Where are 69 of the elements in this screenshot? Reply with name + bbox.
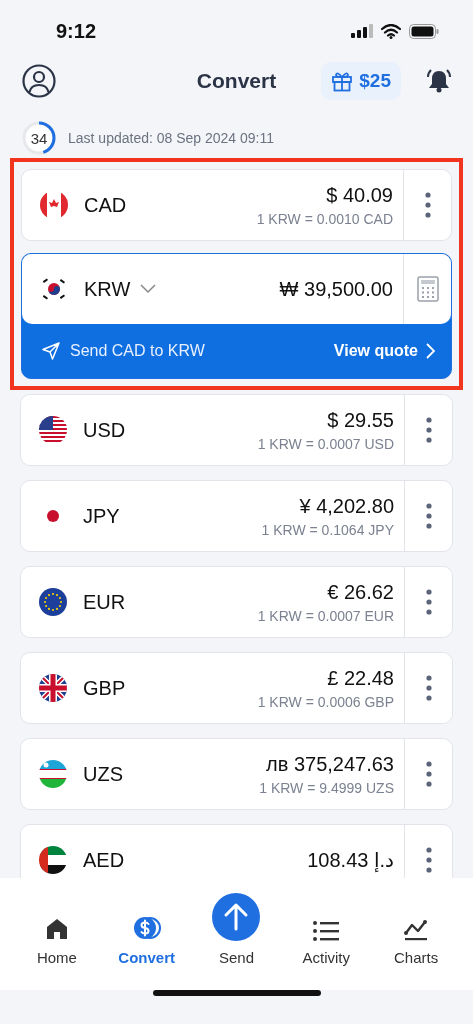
more-icon [425, 675, 432, 701]
list-icon [313, 921, 340, 941]
calculator-icon [416, 276, 439, 302]
page-title: Convert [196, 69, 277, 93]
send-icon [42, 342, 60, 360]
currency-card[interactable]: CAD $ 40.09 1 KRW = 0.0010 CAD [21, 169, 452, 241]
currency-code: CAD [84, 193, 127, 217]
exchange-rate: 1 KRW = 0.0006 GBP [257, 693, 394, 710]
more-icon [425, 589, 432, 615]
reward-button[interactable]: $25 [321, 62, 401, 100]
amount: د.إ 108.43 [307, 848, 394, 872]
amount: лв 375,247.63 [266, 752, 394, 776]
flag-icon [40, 191, 68, 219]
signal-icon [351, 24, 373, 38]
currency-code: JPY [83, 504, 120, 528]
countdown-seconds: 34 [30, 130, 48, 146]
tab-item[interactable]: Charts [376, 886, 457, 966]
currency-code: AED [83, 848, 125, 872]
flag-icon [39, 846, 67, 874]
amount: € 26.62 [327, 580, 394, 604]
more-icon [424, 192, 431, 218]
exchange-rate: 1 KRW = 0.0007 USD [257, 435, 394, 452]
amount: ₩ 39,500.00 [279, 277, 393, 301]
gift-icon [331, 70, 354, 92]
currency-code: UZS [83, 762, 123, 786]
flag-icon [39, 588, 67, 616]
tab-item[interactable]: Send [196, 886, 277, 966]
last-updated: Last updated: 08 Sep 2024 09:11 [68, 130, 275, 146]
more-icon [425, 503, 432, 529]
countdown-ring [22, 121, 56, 155]
profile-icon[interactable] [22, 64, 56, 98]
chevron-down-icon [140, 284, 157, 294]
flag-icon [39, 416, 67, 444]
currency-card[interactable]: USD $ 29.55 1 KRW = 0.0007 USD [20, 394, 453, 466]
bell-icon[interactable] [425, 68, 453, 94]
tab-item[interactable]: Home [16, 886, 97, 966]
chevron-right-icon [426, 343, 435, 359]
currency-card[interactable]: UZS лв 375,247.63 1 KRW = 9.4999 UZS [20, 738, 453, 810]
wifi-icon [381, 23, 401, 39]
amount: $ 40.09 [326, 183, 393, 207]
exchange-rate: 1 KRW = 0.1064 JPY [261, 521, 394, 538]
more-icon [425, 761, 432, 787]
flag-icon [39, 760, 67, 788]
battery-icon [409, 23, 439, 39]
house-icon [44, 917, 69, 941]
currency-code: USD [83, 418, 126, 442]
line-chart-icon [404, 919, 429, 941]
currency-code: EUR [83, 590, 126, 614]
exchange-rate: 1 KRW = 9.4999 UZS [259, 779, 394, 796]
flag-icon [39, 674, 67, 702]
amount: ¥ 4,202.80 [299, 494, 394, 518]
currency-card[interactable]: JPY ¥ 4,202.80 1 KRW = 0.1064 JPY [20, 480, 453, 552]
currency-code: GBP [83, 676, 126, 700]
view-quote-link[interactable]: View quote [333, 342, 435, 360]
more-icon [425, 417, 432, 443]
exchange-rate: 1 KRW = 0.0007 EUR [257, 607, 394, 624]
amount: $ 29.55 [327, 408, 394, 432]
currency-card[interactable]: EUR € 26.62 1 KRW = 0.0007 EUR [20, 566, 453, 638]
currency-code: KRW [84, 277, 131, 301]
tab-item[interactable]: Convert [106, 886, 187, 966]
dollar-coins-icon [132, 915, 161, 941]
currency-card[interactable]: GBP £ 22.48 1 KRW = 0.0006 GBP [20, 652, 453, 724]
more-icon [425, 847, 432, 873]
currency-card[interactable]: KRW ₩ 39,500.00 Send CAD to KRW View quote [21, 253, 452, 379]
exchange-rate: 1 KRW = 0.0010 CAD [256, 210, 393, 227]
send-link[interactable]: Send CAD to KRW [42, 342, 205, 360]
status-time: 9:12 [56, 19, 97, 43]
tab-item[interactable]: Activity [286, 886, 367, 966]
amount: £ 22.48 [327, 666, 394, 690]
